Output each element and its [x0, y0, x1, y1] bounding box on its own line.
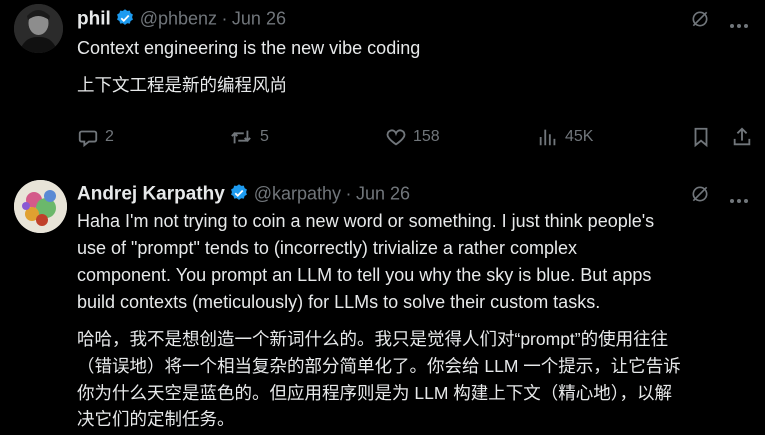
- like-icon: [385, 126, 407, 148]
- tweet-text: Context engineering is the new vibe codi…: [77, 38, 421, 58]
- translation-line: 你为什么天空是蓝色的。但应用程序则是为 LLM 构建上下文（精心地），以解: [77, 383, 673, 403]
- tweet-header: phil @phbenz · Jun 26: [77, 8, 286, 33]
- share-icon: [731, 127, 753, 152]
- tweet-translation: 上下文工程是新的编程风尚: [77, 75, 287, 95]
- reply-icon: [77, 126, 99, 148]
- retweet-icon: [228, 126, 254, 148]
- views-count: 45K: [565, 128, 594, 145]
- share-button[interactable]: [731, 126, 753, 153]
- more-icon[interactable]: [729, 16, 749, 34]
- like-count: 158: [413, 128, 440, 145]
- bookmark-icon: [690, 127, 712, 152]
- author-name[interactable]: Andrej Karpathy: [77, 184, 225, 205]
- grok-icon[interactable]: [690, 184, 710, 209]
- tweet-text-line: use of "prompt" tends to (incorrectly) t…: [77, 238, 577, 258]
- separator: ·: [221, 8, 228, 29]
- like-button[interactable]: 158: [385, 126, 440, 148]
- views-button[interactable]: 45K: [537, 126, 593, 148]
- translation-line: 哈哈，我不是想创造一个新词什么的。我只是觉得人们对“prompt”的使用往往: [77, 329, 669, 349]
- retweet-button[interactable]: 5: [228, 126, 269, 148]
- tweet-text-line: build contexts (meticulously) for LLMs t…: [77, 292, 601, 312]
- author-handle[interactable]: @phbenz: [140, 9, 217, 29]
- reply-count: 2: [105, 128, 114, 145]
- tweet-header: Andrej Karpathy @karpathy · Jun 26: [77, 183, 410, 208]
- verified-badge-icon: [115, 8, 135, 33]
- bookmark-button[interactable]: [690, 126, 712, 153]
- author-handle[interactable]: @karpathy: [254, 184, 341, 204]
- translation-line: （错误地）将一个相当复杂的部分简单化了。你会给 LLM 一个提示，让它告诉: [77, 356, 681, 376]
- tweet-date[interactable]: Jun 26: [356, 184, 410, 204]
- translation-line: 决它们的定制任务。: [77, 409, 235, 429]
- author-name[interactable]: phil: [77, 9, 111, 30]
- tweet-text-line: Haha I'm not trying to coin a new word o…: [77, 211, 655, 231]
- grok-icon[interactable]: [690, 9, 710, 34]
- reply-button[interactable]: 2: [77, 126, 114, 148]
- avatar[interactable]: [14, 180, 67, 233]
- retweet-count: 5: [260, 128, 269, 145]
- separator: ·: [345, 183, 352, 204]
- views-icon: [537, 126, 559, 148]
- tweet-text-line: component. You prompt an LLM to tell you…: [77, 265, 652, 285]
- more-icon[interactable]: [729, 191, 749, 209]
- tweet-date[interactable]: Jun 26: [232, 9, 286, 29]
- verified-badge-icon: [229, 183, 249, 208]
- avatar[interactable]: [14, 4, 63, 53]
